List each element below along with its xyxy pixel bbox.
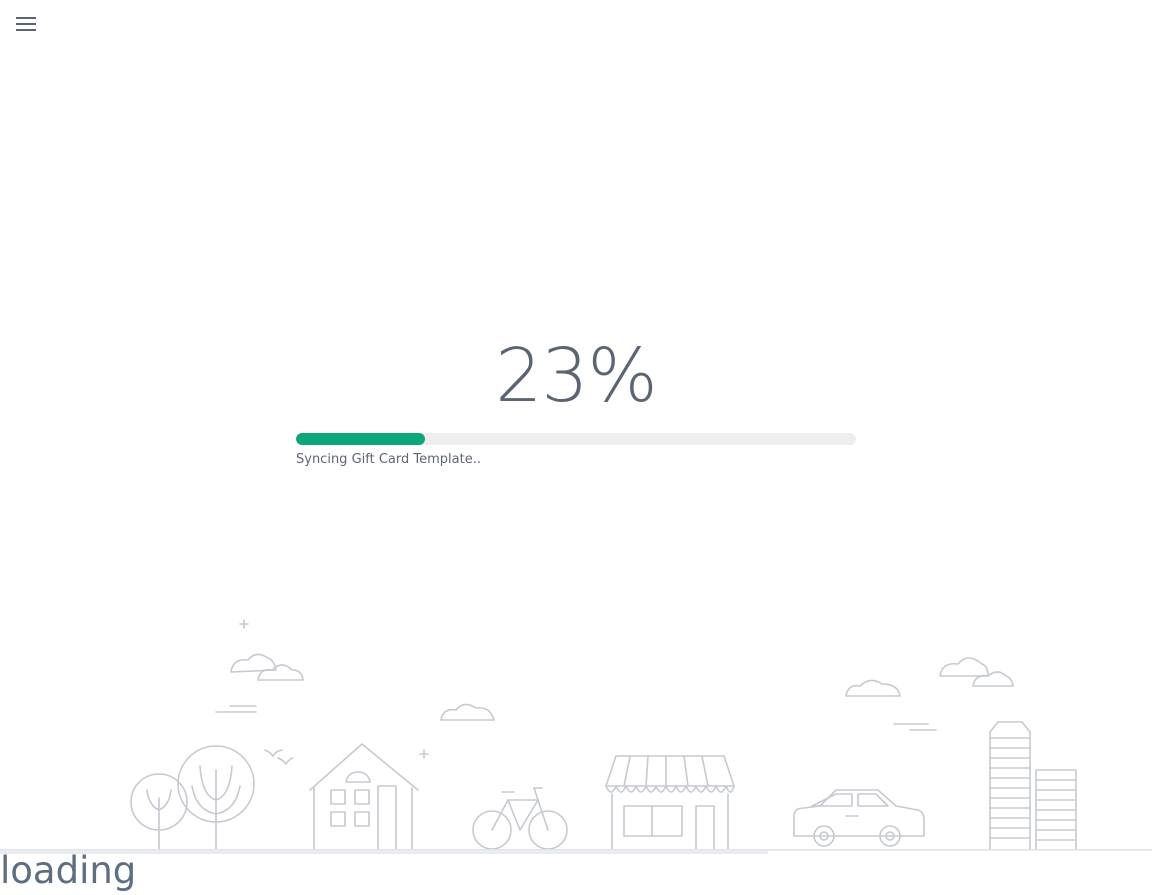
house-icon xyxy=(309,743,419,851)
loading-label: loading xyxy=(0,849,137,892)
trees-icon xyxy=(130,745,255,851)
hamburger-menu-icon[interactable] xyxy=(14,14,38,36)
bicycle-icon xyxy=(472,787,568,850)
storefront-icon xyxy=(605,755,735,851)
clouds-icon xyxy=(215,653,1014,731)
progress-percent: 23% xyxy=(296,330,856,422)
car-icon xyxy=(793,789,925,847)
sparkle-icon xyxy=(239,619,429,759)
progress-fill xyxy=(296,433,425,445)
loading-screen: 23% Syncing Gift Card Template.. loading xyxy=(0,0,1152,895)
progress-percent-label: 23% xyxy=(495,333,657,419)
progress-status-text: Syncing Gift Card Template.. xyxy=(296,452,481,467)
birds-icon xyxy=(264,749,294,765)
progress-track xyxy=(296,433,856,445)
sync-progress: 23% Syncing Gift Card Template.. xyxy=(296,330,856,467)
buildings-icon xyxy=(989,721,1077,851)
city-illustration xyxy=(0,619,1152,851)
